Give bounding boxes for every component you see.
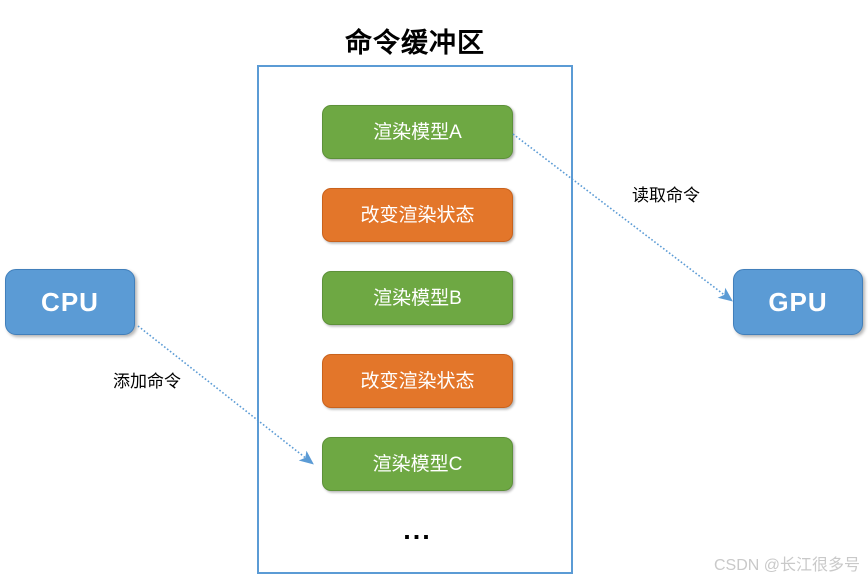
command-box-render-c: 渲染模型C xyxy=(322,437,513,491)
page-title: 命令缓冲区 xyxy=(345,28,485,58)
gpu-node: GPU xyxy=(733,269,863,335)
read-command-arrow-label: 读取命令 xyxy=(632,186,700,205)
command-box-state-1: 改变渲染状态 xyxy=(322,188,513,242)
command-box-render-a: 渲染模型A xyxy=(322,105,513,159)
add-command-arrow-label: 添加命令 xyxy=(113,372,181,391)
command-box-state-2: 改变渲染状态 xyxy=(322,354,513,408)
command-box-label: 渲染模型B xyxy=(373,287,462,309)
command-box-render-b: 渲染模型B xyxy=(322,271,513,325)
diagram-canvas: 命令缓冲区 渲染模型A 改变渲染状态 渲染模型B 改变渲染状态 渲染模型C ..… xyxy=(0,0,868,586)
watermark: CSDN @长江很多号 xyxy=(713,557,860,574)
more-commands-ellipsis: ... xyxy=(403,515,432,545)
cpu-node-label: CPU xyxy=(41,286,99,317)
command-box-label: 改变渲染状态 xyxy=(360,204,475,226)
cpu-node: CPU xyxy=(5,269,135,335)
gpu-node-label: GPU xyxy=(768,286,828,317)
command-box-label: 改变渲染状态 xyxy=(360,370,475,392)
command-box-label: 渲染模型A xyxy=(373,121,462,143)
command-box-label: 渲染模型C xyxy=(372,453,463,475)
